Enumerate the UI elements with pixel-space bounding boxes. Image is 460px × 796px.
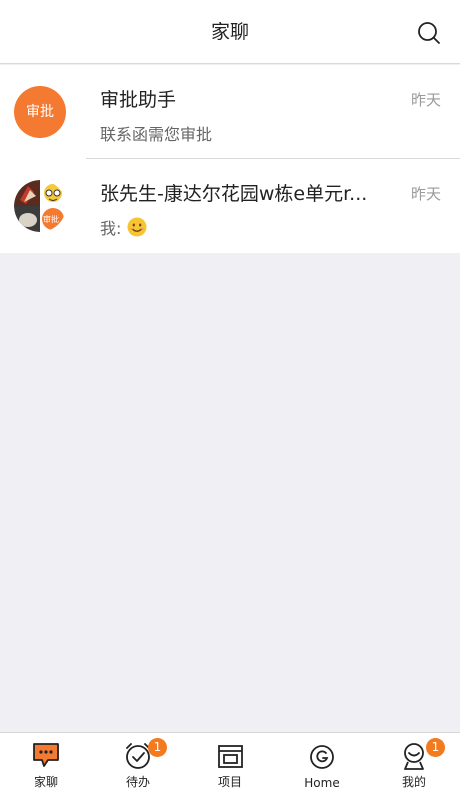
conversation-row[interactable]: 审批 审批助手 昨天 联系函需您审批 bbox=[0, 65, 460, 159]
home-swirl-icon bbox=[310, 745, 334, 769]
conversation-time: 昨天 bbox=[410, 91, 441, 109]
conversation-title: 审批助手 bbox=[100, 89, 177, 111]
tab-profile[interactable]: 1 我的 bbox=[368, 733, 460, 796]
tab-projects[interactable]: 项目 bbox=[184, 733, 276, 796]
conversation-list: 审批 审批助手 昨天 联系函需您审批 审批 张先生-康达尔花园w栋e单元r...… bbox=[0, 65, 460, 253]
tab-label: Home bbox=[304, 776, 340, 790]
chat-icon bbox=[33, 743, 59, 767]
smiling-face-icon bbox=[127, 217, 147, 237]
conversation-preview: 联系函需您审批 bbox=[100, 125, 213, 144]
conversation-time: 昨天 bbox=[410, 185, 441, 203]
tab-home[interactable]: Home bbox=[276, 733, 368, 796]
avatar-badge-text: 审批 bbox=[43, 215, 59, 224]
tab-label: 待办 bbox=[125, 775, 150, 789]
tab-label: 我的 bbox=[401, 775, 426, 789]
conversation-title: 张先生-康达尔花园w栋e单元r... bbox=[100, 183, 368, 205]
tab-todo[interactable]: 1 待办 bbox=[92, 733, 184, 796]
conversation-preview: 我: bbox=[100, 215, 147, 239]
tab-label: 家聊 bbox=[33, 775, 58, 789]
top-bar: 家聊 bbox=[0, 0, 460, 64]
bottom-tab-bar: 家聊 1 待办 项目 Home 1 我的 bbox=[0, 732, 460, 796]
conversation-row[interactable]: 审批 张先生-康达尔花园w栋e单元r... 昨天 我: bbox=[0, 159, 460, 253]
todo-badge: 1 bbox=[148, 738, 167, 757]
search-icon bbox=[418, 22, 440, 44]
search-button[interactable] bbox=[416, 20, 442, 46]
window-icon bbox=[218, 745, 243, 768]
preview-sender: 我: bbox=[100, 219, 122, 238]
avatar: 审批 bbox=[14, 86, 66, 138]
page-title: 家聊 bbox=[210, 21, 249, 43]
profile-icon bbox=[404, 743, 424, 770]
group-avatar: 审批 bbox=[14, 180, 66, 232]
tab-label: 项目 bbox=[217, 775, 242, 789]
profile-badge: 1 bbox=[426, 738, 445, 757]
tab-chat[interactable]: 家聊 bbox=[0, 733, 92, 796]
